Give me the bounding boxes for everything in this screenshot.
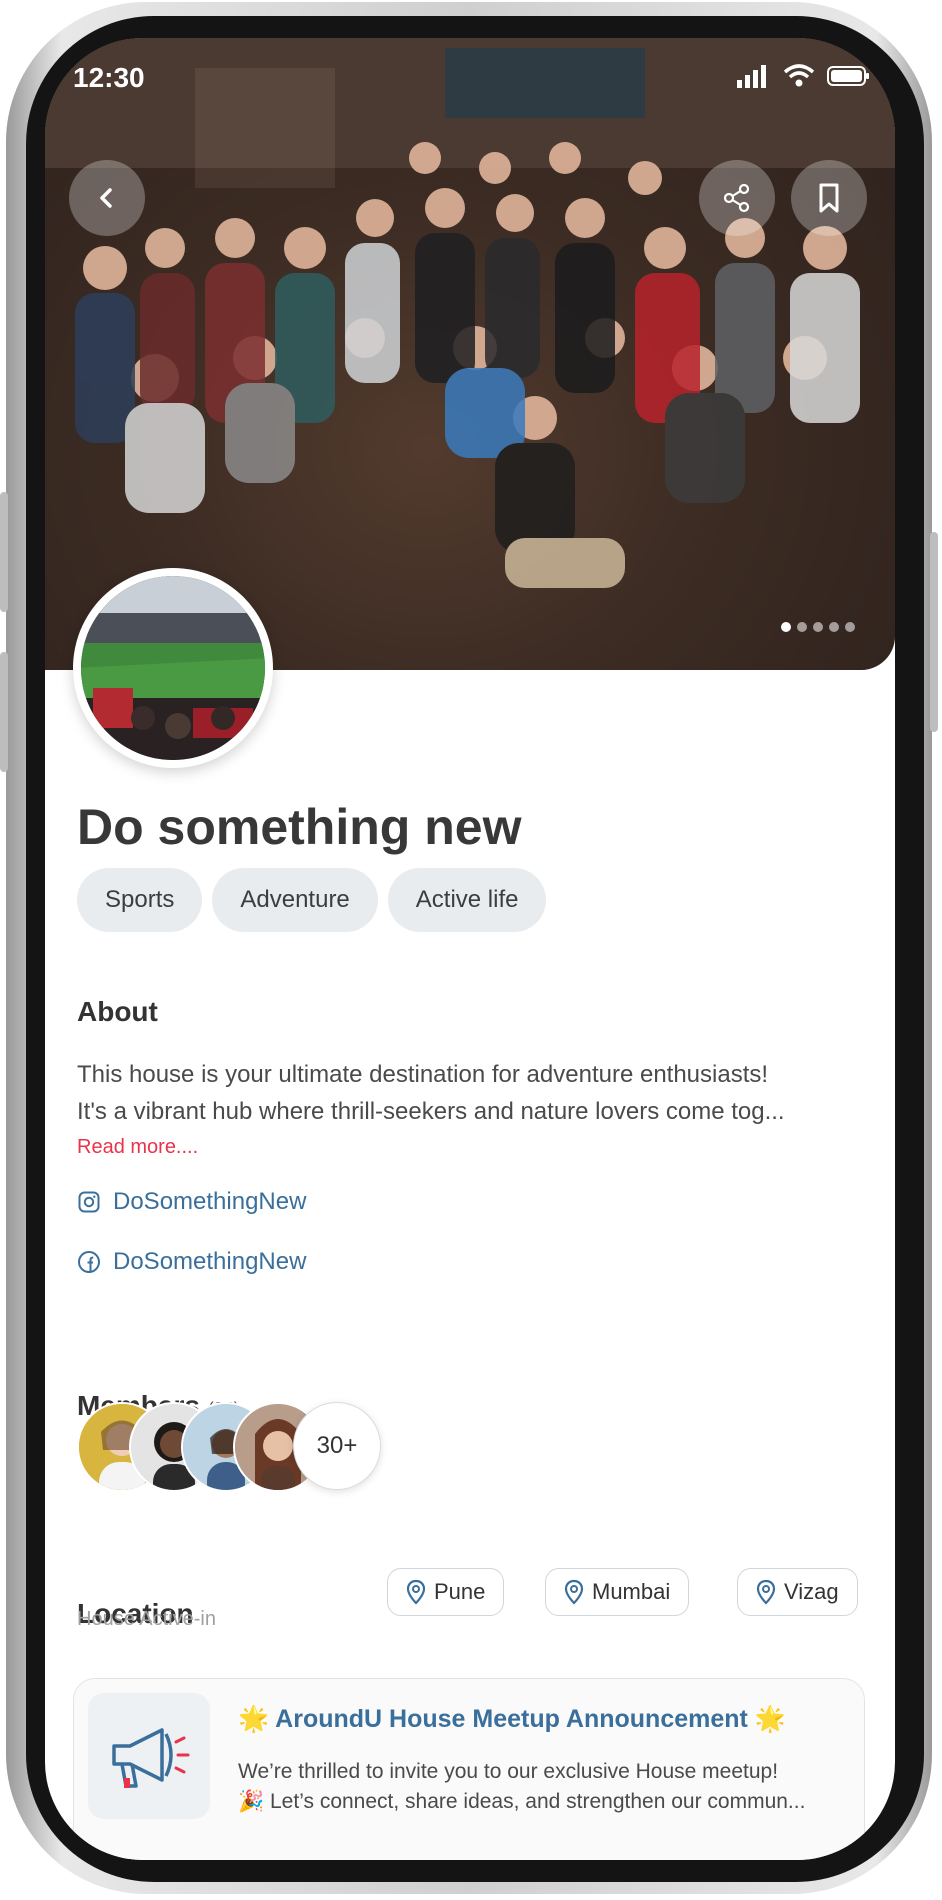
facebook-icon — [78, 1251, 100, 1273]
about-line: It's a vibrant hub where thrill-seekers … — [77, 1098, 785, 1125]
announcement-title: AroundU House Meetup Announcement — [275, 1705, 748, 1733]
facebook-link[interactable]: DoSomethingNew — [77, 1248, 306, 1276]
app-screen: 12:30 Do something new Sports Adventure … — [45, 38, 895, 1860]
location-subtitle: House Active-in — [77, 1608, 216, 1630]
tag-chip[interactable]: Sports — [77, 868, 203, 932]
carousel-dot[interactable] — [829, 622, 839, 632]
carousel-dot[interactable] — [781, 622, 791, 632]
location-name: Pune — [434, 1579, 486, 1604]
volume-down-button — [0, 652, 8, 772]
share-button[interactable] — [699, 160, 775, 236]
megaphone-icon — [112, 1728, 190, 1788]
back-icon — [100, 188, 112, 208]
house-title: Do something new — [77, 799, 522, 855]
bookmark-icon — [819, 183, 839, 213]
announcement-title-row: 🌟 AroundU House Meetup Announcement 🌟 — [238, 1705, 786, 1734]
house-avatar — [73, 568, 273, 768]
location-chip-mumbai[interactable]: Mumbai — [545, 1568, 690, 1616]
about-heading: About — [77, 996, 158, 1027]
bookmark-button[interactable] — [791, 160, 867, 236]
announcement-line: Let’s connect, share ideas, and strength… — [270, 1790, 806, 1813]
announcement-body: We’re thrilled to invite you to our excl… — [238, 1757, 838, 1817]
location-name: Mumbai — [592, 1579, 671, 1604]
instagram-handle: DoSomethingNew — [113, 1188, 307, 1215]
more-members-badge[interactable]: 30+ — [293, 1402, 381, 1490]
about-line: This house is your ultimate destination … — [77, 1061, 769, 1088]
status-bar: 12:30 — [45, 38, 895, 138]
instagram-icon — [78, 1191, 100, 1213]
stadium-photo — [81, 576, 265, 760]
tag-chip[interactable]: Adventure — [212, 868, 378, 932]
read-more-link[interactable]: Read more.... — [77, 1136, 198, 1159]
announcement-card[interactable]: 🌟 AroundU House Meetup Announcement 🌟 We… — [73, 1678, 865, 1860]
wifi-icon — [783, 64, 815, 87]
status-time: 12:30 — [73, 62, 145, 93]
signal-icon — [737, 65, 766, 88]
announcement-line-2: 🎉 Let’s connect, share ideas, and streng… — [238, 1787, 838, 1817]
announcement-line: We’re thrilled to invite you to our excl… — [238, 1760, 779, 1783]
location-chip-pune[interactable]: Pune — [387, 1568, 505, 1616]
about-description: This house is your ultimate destination … — [77, 1056, 867, 1130]
star-emoji-icon: 🌟 — [754, 1705, 786, 1733]
announcement-icon-box — [88, 1693, 210, 1819]
battery-icon — [827, 66, 869, 86]
facebook-handle: DoSomethingNew — [113, 1248, 307, 1275]
location-name: Vizag — [784, 1579, 839, 1604]
carousel-dot[interactable] — [797, 622, 807, 632]
share-icon — [723, 183, 750, 213]
carousel-dot[interactable] — [845, 622, 855, 632]
location-chip-vizag[interactable]: Vizag — [737, 1568, 858, 1616]
instagram-link[interactable]: DoSomethingNew — [77, 1188, 306, 1216]
location-pin-icon — [406, 1579, 426, 1605]
tag-list: Sports Adventure Active life — [77, 868, 547, 932]
tag-chip[interactable]: Active life — [387, 868, 547, 932]
volume-up-button — [0, 492, 8, 612]
location-pin-icon — [756, 1579, 776, 1605]
carousel-dots[interactable] — [781, 622, 855, 632]
back-button[interactable] — [69, 160, 145, 236]
party-emoji-icon: 🎉 — [238, 1790, 265, 1813]
power-button — [930, 532, 938, 732]
carousel-dot[interactable] — [813, 622, 823, 632]
star-emoji-icon: 🌟 — [238, 1705, 270, 1733]
location-pin-icon — [564, 1579, 584, 1605]
